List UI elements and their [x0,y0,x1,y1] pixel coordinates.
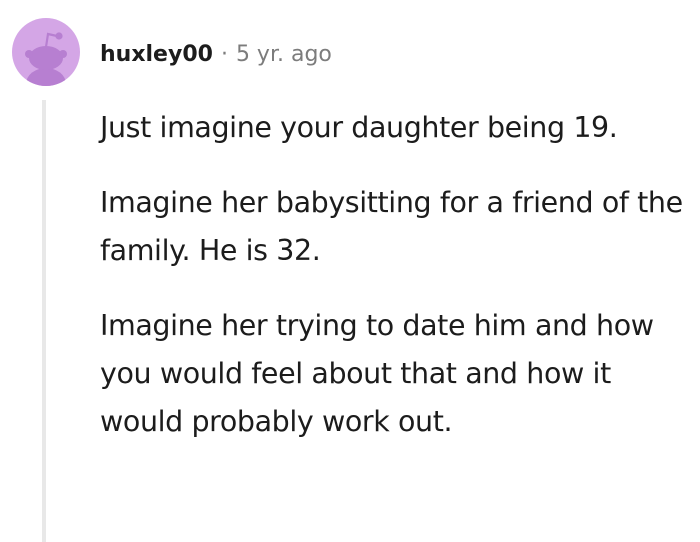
user-avatar[interactable] [12,18,80,86]
comment-header: huxley00 · 5 yr. ago [100,34,332,74]
comment-timestamp[interactable]: 5 yr. ago [236,42,332,67]
comment-body: Just imagine your daughter being 19. Ima… [100,104,690,473]
meta-separator: · [220,41,228,67]
snoo-avatar-icon [12,18,80,86]
comment: huxley00 · 5 yr. ago Just imagine your d… [0,0,700,542]
comment-author[interactable]: huxley00 [100,42,213,67]
comment-paragraph: Imagine her trying to date him and how y… [100,309,654,438]
thread-collapse-line[interactable] [42,100,46,542]
comment-paragraph: Just imagine your daughter being 19. [100,111,618,144]
comment-paragraph: Imagine her babysitting for a friend of … [100,186,683,267]
